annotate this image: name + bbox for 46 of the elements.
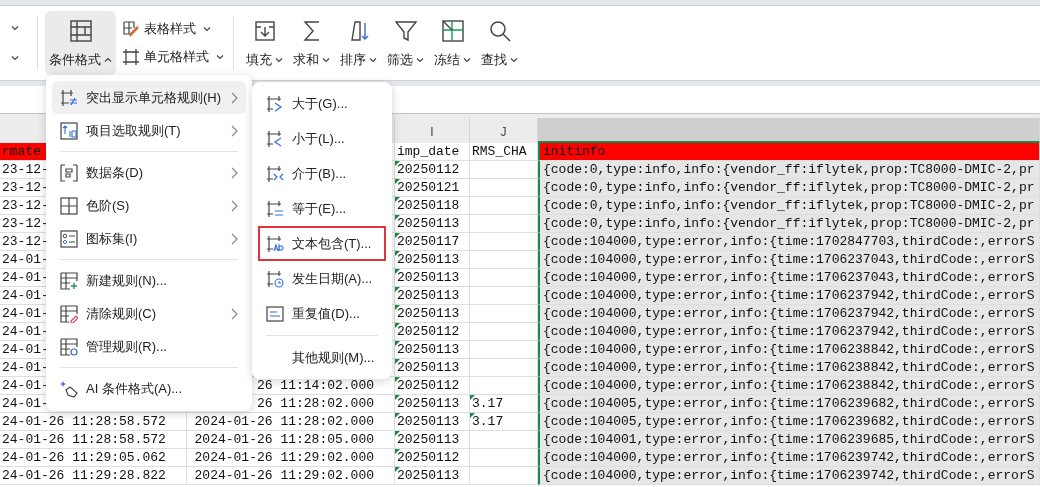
table-cell: 20250121 (395, 179, 470, 197)
table-cell: {code:104005,type:error,info:{time:1706239682,thirdCode:,errorS (538, 395, 1040, 413)
table-cell: 20250113 (395, 287, 470, 305)
table-cell: {code:104000,type:error,info:{time:1706237043,thirdCode:,errorS (538, 269, 1040, 287)
table-cell: {code:104000,type:error,info:{time:1706237043,thirdCode:,errorS (538, 251, 1040, 269)
table-cell: 20250113 (395, 305, 470, 323)
table-cell: {code:104000,type:error,info:{time:1706239742,thirdCode:,errorS (538, 467, 1040, 485)
table-cell: {code:0,type:info,info:{vendor_ff:iflytek,prop:TC8000-DMIC-2,pr (538, 215, 1040, 233)
table-cell: 24-01-26 11:28:58.572 (0, 413, 187, 431)
table-cell: 20250112 (395, 161, 470, 179)
table-cell: 20250112 (395, 449, 470, 467)
table-cell: 20250117 (395, 233, 470, 251)
table-cell: 20250113 (395, 413, 470, 431)
table-cell: 20250112 (395, 377, 470, 395)
table-cell: {code:104000,type:error,info:{time:1706238842,thirdCode:,errorS (538, 359, 1040, 377)
table-cell: {code:104000,type:error,info:{time:1706237942,thirdCode:,errorS (538, 287, 1040, 305)
table-cell: 2024-01-26 11:28:05.000 (187, 431, 395, 449)
table-cell: 24-01-26 11:29:05.062 (0, 449, 187, 467)
table-cell: {code:0,type:info,info:{vendor_ff:iflytek,prop:TC8000-DMIC-2,pr (538, 161, 1040, 179)
table-cell: 20250113 (395, 467, 470, 485)
table-cell: {code:104005,type:error,info:{time:1706239682,thirdCode:,errorS (538, 413, 1040, 431)
table-cell: 20250118 (395, 197, 470, 215)
table-cell: 2024-01-26 11:29:02.000 (187, 449, 395, 467)
table-cell: {code:104000,type:error,info:{time:1706238842,thirdCode:,errorS (538, 377, 1040, 395)
table-cell: 20250113 (395, 341, 470, 359)
table-cell: 20250113 (395, 395, 470, 413)
table-cell: 20250113 (395, 269, 470, 287)
table-cell: 24-01-26 11:29:28.822 (0, 467, 187, 485)
table-cell: {code:0,type:info,info:{vendor_ff:iflytek,prop:TC8000-DMIC-2,pr (538, 179, 1040, 197)
header-cell: imp_date (395, 143, 470, 161)
table-cell: 2024-01-26 11:29:02.000 (187, 467, 395, 485)
table-cell: 20250113 (395, 251, 470, 269)
table-cell: {code:104001,type:error,info:{time:1706239685,thirdCode:,errorS (538, 431, 1040, 449)
header-cell: initinfo (538, 143, 1040, 161)
table-cell: 24-01-26 11:28:58.572 (0, 431, 187, 449)
table-cell: {code:104000,type:error,info:{time:1706239742,thirdCode:,errorS (538, 449, 1040, 467)
table-cell: 20250113 (395, 431, 470, 449)
table-cell: {code:104000,type:error,info:{time:1702847703,thirdCode:,errorS (538, 233, 1040, 251)
table-cell: {code:104000,type:error,info:{time:1706237942,thirdCode:,errorS (538, 323, 1040, 341)
table-cell: 2024-01-26 11:28:02.000 (187, 413, 395, 431)
table-cell: 20250113 (395, 359, 470, 377)
table-cell: {code:0,type:info,info:{vendor_ff:iflytek,prop:TC8000-DMIC-2,pr (538, 197, 1040, 215)
table-cell: {code:104000,type:error,info:{time:1706237942,thirdCode:,errorS (538, 305, 1040, 323)
table-cell: 20250113 (395, 215, 470, 233)
table-cell: {code:104000,type:error,info:{time:1706238842,thirdCode:,errorS (538, 341, 1040, 359)
table-cell: 20250112 (395, 323, 470, 341)
